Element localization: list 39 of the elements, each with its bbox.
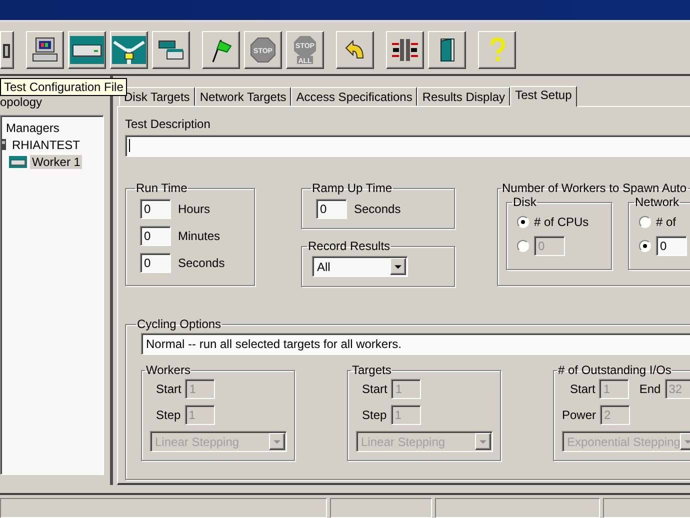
- unit-label: Seconds: [178, 256, 225, 270]
- input-field[interactable]: 0: [140, 253, 171, 273]
- input-field[interactable]: 0: [656, 236, 687, 256]
- group-title: # of Outstanding I/Os: [557, 363, 672, 377]
- group-title: Cycling Options: [136, 317, 222, 331]
- field-label: Start: [570, 382, 596, 396]
- group-title: Workers: [145, 363, 192, 377]
- unit-label: Hours: [178, 202, 210, 216]
- tooltip: Test Configuration File: [0, 78, 128, 96]
- tree-item[interactable]: Worker 1: [30, 154, 82, 168]
- input-field[interactable]: 0: [140, 226, 171, 246]
- group-title: Number of Workers to Spawn Auto: [501, 181, 688, 195]
- dropdown[interactable]: All: [312, 256, 408, 277]
- radio-label: # of CPUs: [534, 215, 589, 229]
- field-label: End: [639, 382, 661, 396]
- field-label: Step: [156, 408, 181, 422]
- field-label: Power: [562, 408, 596, 422]
- group-title: Network: [634, 195, 680, 209]
- field-label: Step: [362, 408, 387, 422]
- unit-label: Seconds: [354, 202, 401, 216]
- tree-item[interactable]: Managers: [4, 120, 62, 134]
- tab[interactable]: Access Specifications: [291, 87, 418, 106]
- tab[interactable]: Network Targets: [194, 87, 292, 106]
- field-label: Start: [362, 382, 388, 396]
- group-title: Targets: [351, 363, 392, 377]
- panel-title: opology: [0, 95, 42, 109]
- radio-label: # of: [656, 215, 676, 229]
- group-title: Record Results: [307, 239, 392, 253]
- dropdown[interactable]: Normal -- run all selected targets for all workers.: [141, 333, 690, 355]
- unit-label: Minutes: [178, 229, 220, 243]
- field-label: Test Description: [125, 117, 212, 131]
- group-title: Run Time: [135, 181, 188, 195]
- field-label: Start: [156, 382, 182, 396]
- input-field[interactable]: 0: [316, 199, 347, 219]
- tree-item[interactable]: RHIANTEST: [10, 138, 82, 152]
- group-title: Disk: [512, 195, 538, 209]
- input-field[interactable]: 0: [140, 199, 171, 219]
- tab[interactable]: Test Setup: [510, 86, 577, 107]
- group-title: Ramp Up Time: [311, 181, 394, 195]
